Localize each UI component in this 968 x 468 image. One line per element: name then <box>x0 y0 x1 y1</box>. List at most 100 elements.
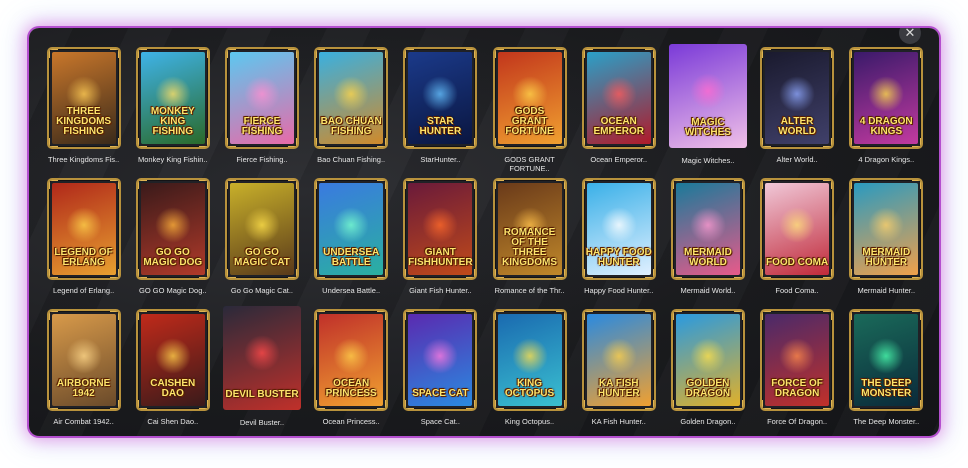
game-tile[interactable]: Fierce Fishing Fierce Fishing.. <box>217 44 306 175</box>
game-thumbnail[interactable]: Force of Dragon <box>762 311 833 409</box>
game-tile[interactable]: Caishen Dao Cai Shen Dao.. <box>128 306 217 436</box>
game-thumbnail[interactable]: Star Hunter <box>405 49 476 147</box>
game-title[interactable]: Force Of Dragon.. <box>753 417 841 426</box>
game-tile[interactable]: Mermaid Hunter Mermaid Hunter.. <box>842 175 931 306</box>
game-thumbnail[interactable]: Bao Chuan Fishing <box>316 49 387 147</box>
game-title[interactable]: Giant Fish Hunter.. <box>396 286 484 295</box>
game-title[interactable]: GO GO Magic Dog.. <box>129 286 217 295</box>
game-thumbnail[interactable]: Devil Buster <box>222 306 301 410</box>
game-thumbnail[interactable]: Mermaid World <box>672 180 743 278</box>
game-title[interactable]: Ocean Princess.. <box>307 417 395 426</box>
game-tile[interactable]: Airborne 1942 Air Combat 1942.. <box>39 306 128 436</box>
game-thumbnail[interactable]: 4 Dragon Kings <box>851 49 922 147</box>
game-logo: KA Fish Hunter <box>597 378 640 399</box>
game-title[interactable]: Alter World.. <box>753 155 841 164</box>
game-title[interactable]: Fierce Fishing.. <box>218 155 306 164</box>
game-tile[interactable]: Ocean Princess Ocean Princess.. <box>307 306 396 436</box>
game-thumbnail[interactable]: Monkey King Fishing <box>137 49 208 147</box>
game-thumbnail[interactable]: Food Coma <box>762 180 833 278</box>
game-tile[interactable]: KA Fish Hunter KA Fish Hunter.. <box>574 306 663 436</box>
game-thumbnail[interactable]: Legend of Erlang <box>48 180 119 278</box>
game-thumbnail[interactable]: KA Fish Hunter <box>583 311 654 409</box>
game-tile[interactable]: Happy Food Hunter Happy Food Hunter.. <box>574 175 663 306</box>
game-title[interactable]: Monkey King Fishin.. <box>129 155 217 164</box>
game-title[interactable]: Happy Food Hunter.. <box>575 286 663 295</box>
game-title[interactable]: Mermaid World.. <box>664 286 752 295</box>
game-title[interactable]: King Octopus.. <box>486 417 574 426</box>
game-title[interactable]: Food Coma.. <box>753 286 841 295</box>
game-tile[interactable]: The Deep Monster The Deep Monster.. <box>842 306 931 436</box>
game-tile[interactable]: Space Cat Space Cat.. <box>396 306 485 436</box>
game-title[interactable]: Cai Shen Dao.. <box>129 417 217 426</box>
frame-corner-ornament <box>762 180 772 189</box>
game-thumbnail[interactable]: Magic Witches <box>668 44 747 148</box>
game-tile[interactable]: Devil Buster Devil Buster.. <box>217 306 306 436</box>
game-title[interactable]: Air Combat 1942.. <box>40 417 128 426</box>
game-title[interactable]: StarHunter.. <box>396 155 484 164</box>
game-tile[interactable]: Magic Witches Magic Witches.. <box>663 44 752 175</box>
game-title[interactable]: The Deep Monster.. <box>842 417 930 426</box>
game-title[interactable]: Space Cat.. <box>396 417 484 426</box>
game-tile[interactable]: Star Hunter StarHunter.. <box>396 44 485 175</box>
game-title[interactable]: Legend of Erlang.. <box>40 286 128 295</box>
game-thumbnail[interactable]: Go Go Magic Cat <box>226 180 297 278</box>
game-tile[interactable]: Food Coma Food Coma.. <box>753 175 842 306</box>
game-thumbnail[interactable]: Giant Fishhunter <box>405 180 476 278</box>
game-title[interactable]: Romance of the Thr.. <box>486 286 574 295</box>
frame-corner-ornament <box>316 400 326 409</box>
game-tile[interactable]: 4 Dragon Kings 4 Dragon Kings.. <box>842 44 931 175</box>
game-title[interactable]: Three Kingdoms Fis.. <box>40 155 128 164</box>
game-tile[interactable]: Three kingdoms Fishing Three Kingdoms Fis… <box>39 44 128 175</box>
game-tile[interactable]: Alter World Alter World.. <box>753 44 842 175</box>
game-title[interactable]: Magic Witches.. <box>664 156 752 165</box>
game-title[interactable]: 4 Dragon Kings.. <box>842 155 930 164</box>
game-tile[interactable]: King Octopus King Octopus.. <box>485 306 574 436</box>
game-tile[interactable]: Golden Dragon Golden Dragon.. <box>663 306 752 436</box>
game-title[interactable]: GODS GRANT FORTUNE.. <box>486 155 574 173</box>
game-title[interactable]: Bao Chuan Fishing.. <box>307 155 395 164</box>
game-thumbnail[interactable]: Ocean Princess <box>316 311 387 409</box>
game-tile[interactable]: Romance of the Three Kingdoms Romance of … <box>485 175 574 306</box>
game-tile[interactable]: Gods Grant Fortune GODS GRANT FORTUNE.. <box>485 44 574 175</box>
game-thumbnail[interactable]: King Octopus <box>494 311 565 409</box>
game-title[interactable]: Mermaid Hunter.. <box>842 286 930 295</box>
game-thumbnail[interactable]: Caishen Dao <box>137 311 208 409</box>
frame-corner-ornament <box>137 400 147 409</box>
game-title[interactable]: KA Fish Hunter.. <box>575 417 663 426</box>
frame-corner-ornament <box>226 180 236 189</box>
game-title[interactable]: Ocean Emperor.. <box>575 155 663 164</box>
game-thumbnail[interactable]: Romance of the Three Kingdoms <box>494 180 565 278</box>
frame-corner-ornament <box>377 180 387 189</box>
game-thumbnail[interactable]: Gods Grant Fortune <box>494 49 565 147</box>
game-tile[interactable]: Bao Chuan Fishing Bao Chuan Fishing.. <box>307 44 396 175</box>
game-thumbnail[interactable]: Airborne 1942 <box>48 311 119 409</box>
game-title[interactable]: Go Go Magic Cat.. <box>218 286 306 295</box>
game-tile[interactable]: Giant Fishhunter Giant Fish Hunter.. <box>396 175 485 306</box>
game-thumbnail[interactable]: The Deep Monster <box>851 311 922 409</box>
game-tile[interactable]: Mermaid World Mermaid World.. <box>663 175 752 306</box>
close-icon[interactable]: ✕ <box>899 28 921 44</box>
game-tile[interactable]: Go Go Magic Cat Go Go Magic Cat.. <box>217 175 306 306</box>
game-title[interactable]: Undersea Battle.. <box>307 286 395 295</box>
game-thumbnail[interactable]: Happy Food Hunter <box>583 180 654 278</box>
game-thumbnail[interactable]: Alter World <box>762 49 833 147</box>
game-tile[interactable]: Force of Dragon Force Of Dragon.. <box>753 306 842 436</box>
game-tile[interactable]: Legend of Erlang Legend of Erlang.. <box>39 175 128 306</box>
game-thumbnail[interactable]: Go Go Magic Dog <box>137 180 208 278</box>
game-thumbnail[interactable]: Three kingdoms Fishing <box>48 49 119 147</box>
game-thumbnail[interactable]: Space Cat <box>405 311 476 409</box>
game-tile[interactable]: Monkey King Fishing Monkey King Fishin.. <box>128 44 217 175</box>
game-thumbnail[interactable]: Fierce Fishing <box>226 49 297 147</box>
game-thumbnail[interactable]: Undersea Battle <box>316 180 387 278</box>
frame-corner-ornament <box>109 49 119 58</box>
game-tile[interactable]: Go Go Magic Dog GO GO Magic Dog.. <box>128 175 217 306</box>
game-tile[interactable]: Ocean Emperor Ocean Emperor.. <box>574 44 663 175</box>
game-thumbnail[interactable]: Ocean Emperor <box>583 49 654 147</box>
frame-corner-ornament <box>851 180 861 189</box>
game-thumbnail[interactable]: Mermaid Hunter <box>851 180 922 278</box>
game-tile[interactable]: Undersea Battle Undersea Battle.. <box>307 175 396 306</box>
frame-corner-ornament <box>48 180 58 189</box>
game-thumbnail[interactable]: Golden Dragon <box>672 311 743 409</box>
game-title[interactable]: Golden Dragon.. <box>664 417 752 426</box>
game-title[interactable]: Devil Buster.. <box>218 418 306 427</box>
